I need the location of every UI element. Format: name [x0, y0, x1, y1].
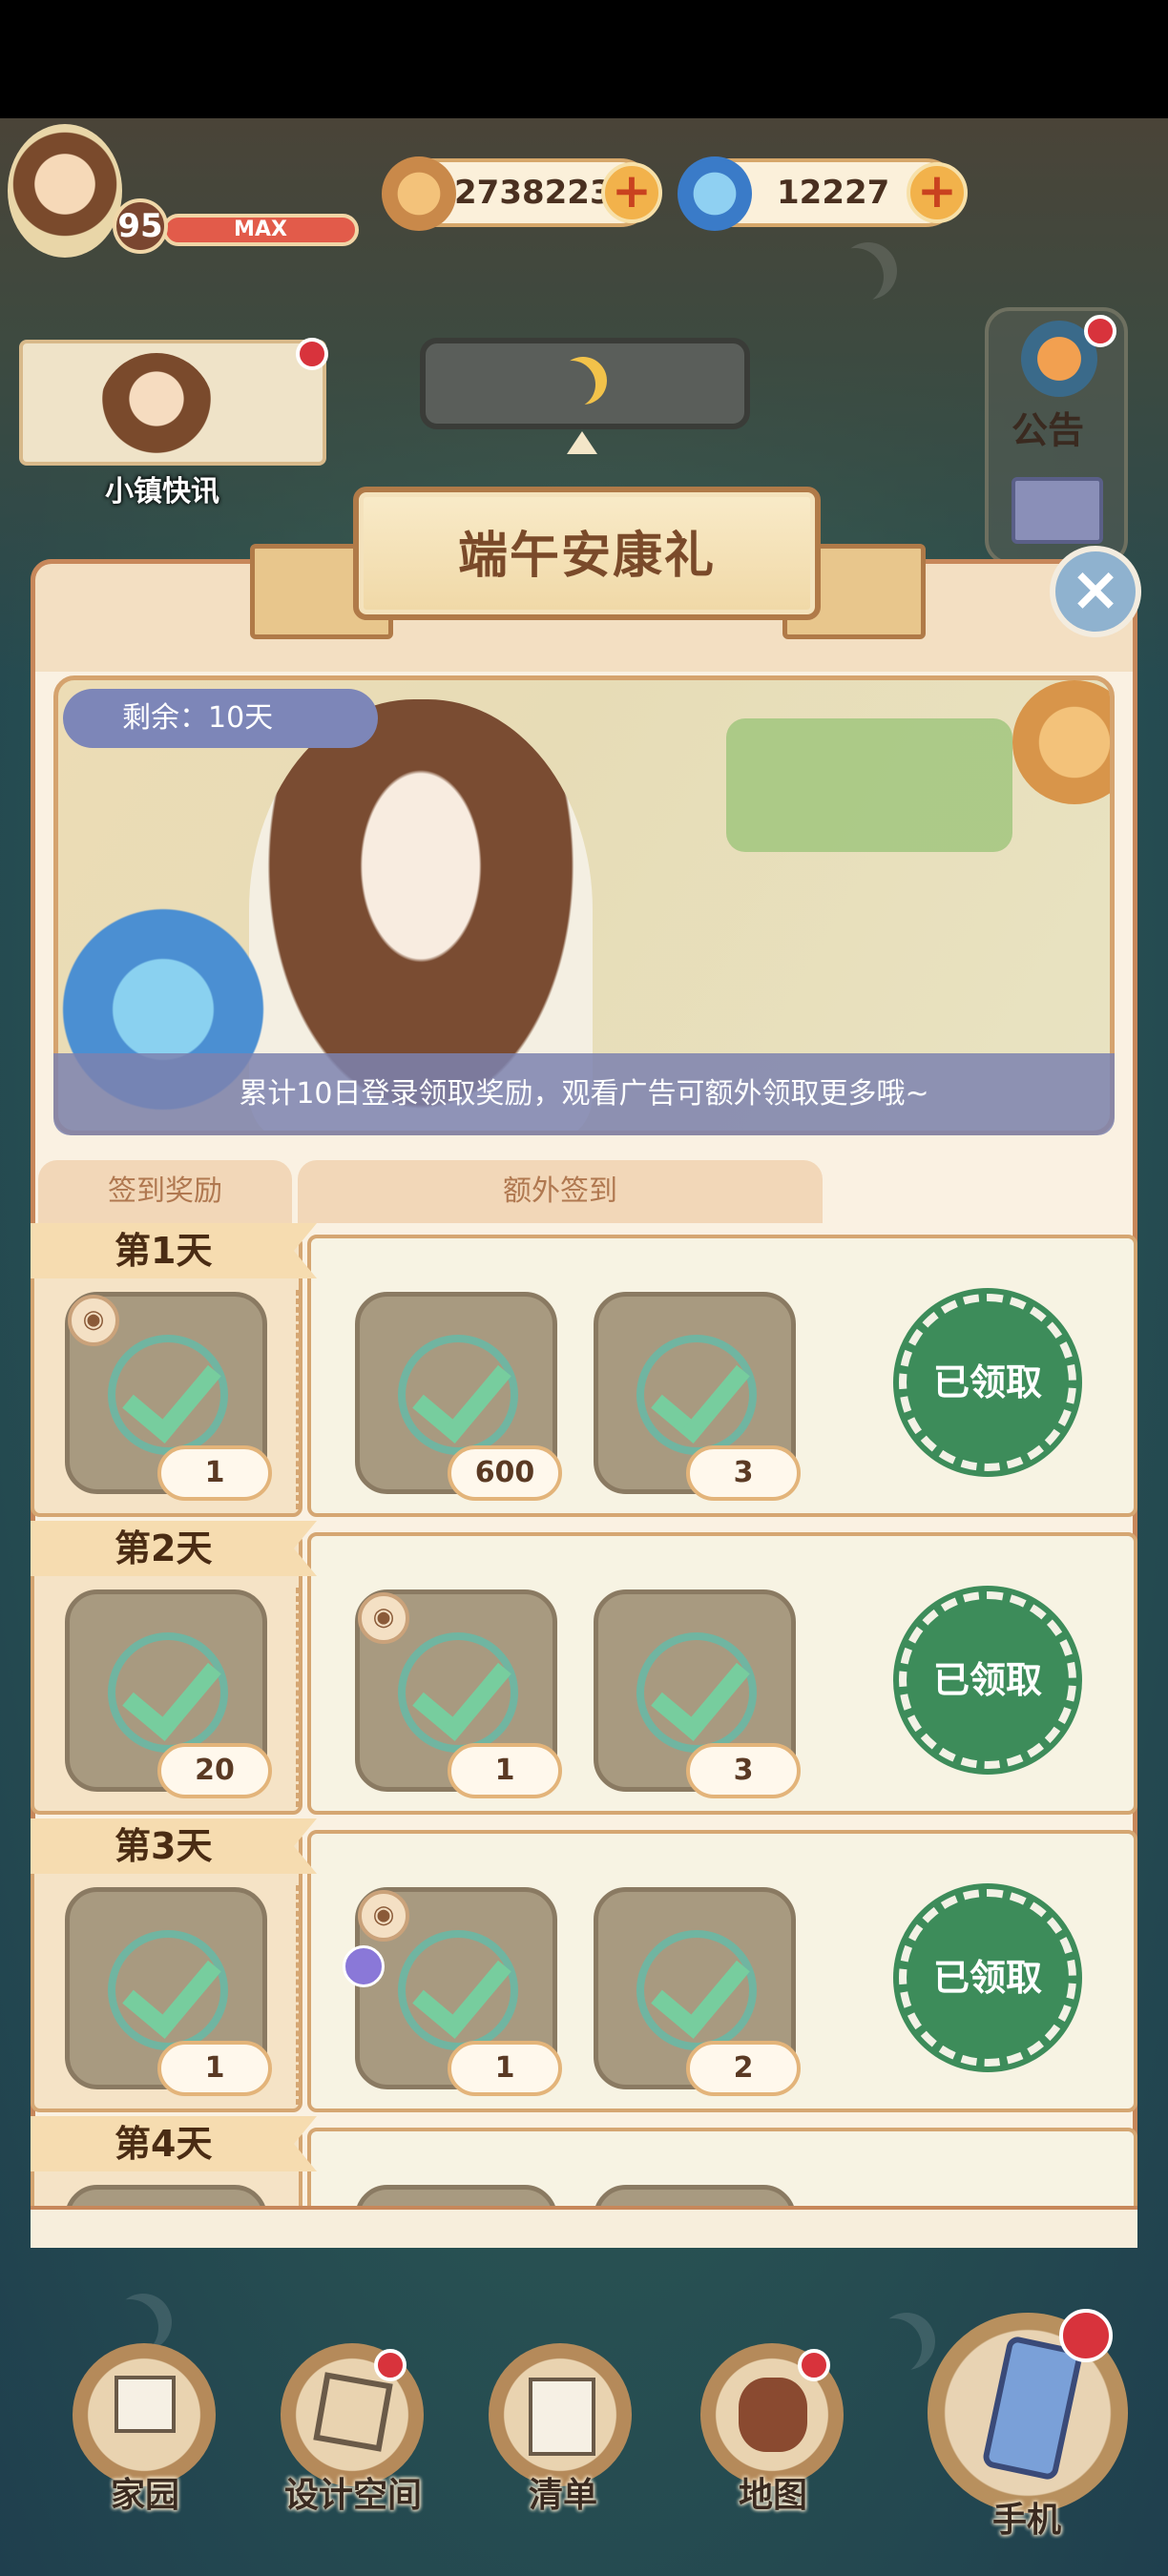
day-label: 第3天 — [31, 1818, 317, 1874]
coin-icon — [1012, 680, 1110, 804]
event-description: 累计10日登录领取奖励，观看广告可额外领取更多哦~ — [53, 1053, 1115, 1135]
day-row: 第4天 — [31, 2116, 1137, 2206]
notice-badge-dot — [1084, 315, 1116, 347]
ad-eye-icon: ◉ — [358, 1592, 409, 1644]
reward-slot[interactable]: 600 — [355, 1292, 562, 1501]
news-character-icon — [99, 353, 214, 462]
ad-eye-icon: ◉ — [68, 1295, 119, 1346]
day-label: 第1天 — [31, 1223, 317, 1278]
spiral-gem-icon — [678, 156, 752, 231]
claimed-stamp: 已领取 — [899, 1889, 1076, 2067]
divider — [296, 1885, 299, 2105]
claimed-check-icon — [398, 1335, 518, 1455]
checklist-button[interactable] — [489, 2343, 632, 2486]
owl-icon — [739, 2378, 807, 2452]
claimed-stamp: 已领取 — [899, 1591, 1076, 1769]
moon-icon — [559, 357, 607, 405]
claimed-check-icon — [636, 1930, 757, 2050]
remaining-days: 剩余：10天 — [63, 689, 378, 748]
day-row: ◉ 1 600 3 已领取 第1天 — [31, 1223, 1137, 1517]
notice-label[interactable]: 公告 — [1012, 401, 1084, 453]
level-status: MAX — [234, 218, 287, 241]
claimed-check-icon — [108, 1632, 228, 1753]
reward-slot[interactable]: ◉ 1 — [343, 1887, 562, 2096]
gem-counter: 12227 + — [678, 156, 968, 231]
town-news-label: 小镇快讯 — [105, 475, 219, 509]
blueprint-icon — [313, 2372, 393, 2452]
add-coins-button[interactable]: + — [601, 162, 662, 223]
herb-basket-illustration — [726, 718, 1012, 852]
pointer-triangle-icon — [567, 431, 597, 454]
day-list: ◉ 1 600 3 已领取 第1天 20 ◉ 1 3 已领取 第2天 1 ◉ 1… — [31, 1223, 1137, 2206]
level-badge: 95 — [113, 198, 168, 254]
reward-slot[interactable]: 20 — [65, 1589, 272, 1798]
reward-count: 1 — [448, 1743, 562, 1798]
player-avatar[interactable] — [8, 124, 122, 258]
reward-slot[interactable] — [65, 2185, 267, 2206]
day-row: 20 ◉ 1 3 已领取 第2天 — [31, 1521, 1137, 1815]
reward-slot[interactable]: 1 — [65, 1887, 272, 2096]
phone-icon — [981, 2335, 1084, 2482]
day-label: 第4天 — [31, 2116, 317, 2171]
dock-label-map[interactable]: 地图 — [678, 2467, 868, 2517]
moon-pattern-icon — [840, 242, 897, 300]
claimed-check-icon — [398, 1930, 518, 2050]
list-scroll-footer — [31, 2206, 1137, 2248]
reward-slot[interactable]: 2 — [594, 1887, 801, 2096]
reward-slot[interactable] — [355, 2185, 557, 2206]
day-night-toggle[interactable] — [420, 338, 750, 429]
reward-count: 1 — [448, 2041, 562, 2096]
tab-extra-checkin[interactable]: 额外签到 — [298, 1160, 823, 1223]
moon-pattern-icon — [115, 2294, 172, 2351]
ad-eye-icon: ◉ — [358, 1890, 409, 1942]
reward-count: 2 — [686, 2041, 801, 2096]
reward-count: 1 — [157, 1445, 272, 1501]
reward-slot[interactable]: 3 — [594, 1589, 801, 1798]
house-icon — [115, 2376, 176, 2433]
divider — [296, 1290, 299, 1509]
moon-pattern-icon — [878, 2313, 935, 2370]
modal-title: 端午安康礼 — [457, 528, 716, 585]
reward-count: 600 — [448, 1445, 562, 1501]
reward-slot[interactable]: ◉ 1 — [65, 1292, 272, 1501]
tab-checkin-rewards[interactable]: 签到奖励 — [38, 1160, 292, 1223]
town-news-panel[interactable] — [19, 340, 326, 466]
claimed-check-icon — [636, 1632, 757, 1753]
add-gems-button[interactable]: + — [907, 162, 968, 223]
reward-count: 3 — [686, 1445, 801, 1501]
dock-label-phone[interactable]: 手机 — [931, 2492, 1122, 2542]
reward-count: 3 — [686, 1743, 801, 1798]
claimed-stamp: 已领取 — [899, 1294, 1076, 1471]
home-button[interactable] — [73, 2343, 216, 2486]
claimed-check-icon — [108, 1335, 228, 1455]
reward-count: 20 — [157, 1743, 272, 1798]
news-badge-dot — [296, 338, 328, 370]
day-row: 1 ◉ 1 2 已领取 第3天 — [31, 1818, 1137, 2112]
reward-count: 1 — [157, 2041, 272, 2096]
dock-label-design[interactable]: 设计空间 — [258, 2467, 448, 2517]
claimed-check-icon — [636, 1335, 757, 1455]
map-badge-dot — [798, 2349, 830, 2381]
gem-amount: 12227 — [777, 174, 890, 212]
dock-label-home[interactable]: 家园 — [50, 2467, 240, 2517]
dock-label-checklist[interactable]: 清单 — [468, 2467, 658, 2517]
coin-icon — [382, 156, 456, 231]
design-badge-dot — [374, 2349, 407, 2381]
phone-badge-dot — [1059, 2309, 1113, 2362]
checklist-icon — [529, 2378, 595, 2456]
reward-slot[interactable] — [594, 2185, 796, 2206]
day-label: 第2天 — [31, 1521, 317, 1576]
coin-counter: 2738223 + — [382, 156, 662, 231]
coin-amount: 2738223 — [454, 174, 613, 212]
claimed-check-icon — [108, 1930, 228, 2050]
xp-bar: MAX — [162, 214, 359, 246]
claimed-check-icon — [398, 1632, 518, 1753]
mail-icon[interactable] — [1012, 477, 1103, 544]
close-button[interactable]: × — [1050, 546, 1141, 637]
reward-slot[interactable]: 3 — [594, 1292, 801, 1501]
reward-slot[interactable]: ◉ 1 — [355, 1589, 562, 1798]
furniture-tag-icon — [343, 1945, 385, 1987]
divider — [296, 1588, 299, 1807]
